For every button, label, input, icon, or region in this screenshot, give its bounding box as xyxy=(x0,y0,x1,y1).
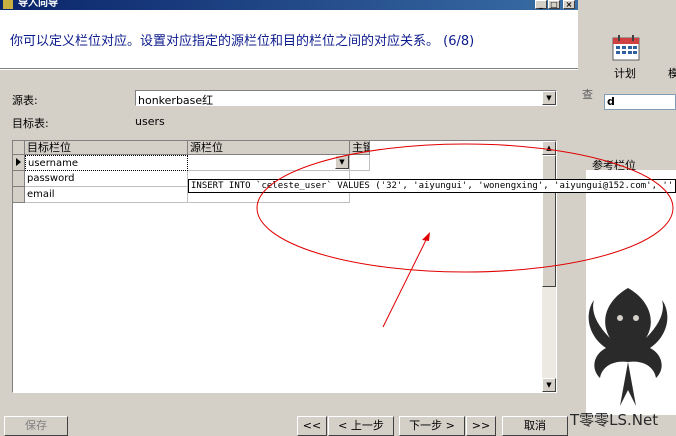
table-row-target[interactable]: email xyxy=(25,187,188,203)
search-label: 查 xyxy=(582,88,593,101)
dragon-logo-icon xyxy=(588,288,668,406)
wizard-icon xyxy=(3,0,13,9)
cancel-button[interactable]: 取消 xyxy=(502,416,568,436)
column-header-target[interactable]: 目标栏位 xyxy=(25,141,188,155)
step-instruction: 你可以定义栏位对应。设置对应指定的源栏位和目的栏位之间的对应关系。 (6/8) xyxy=(10,34,475,49)
previous-step-button[interactable]: < 上一步 xyxy=(328,416,394,436)
minimize-button[interactable]: _ xyxy=(535,0,547,9)
annotation-arrowhead xyxy=(422,232,430,241)
source-table-select[interactable]: honkerbase红 ▼ xyxy=(135,90,557,107)
source-table-label: 源表: xyxy=(12,94,38,107)
search-input[interactable]: d xyxy=(604,94,676,110)
target-table-label: 目标表: xyxy=(12,117,49,130)
maximize-button[interactable]: □ xyxy=(548,0,560,9)
title-bar: 导入向导 _ □ × xyxy=(0,0,578,10)
annotation-arrow xyxy=(382,235,429,328)
grid-corner xyxy=(13,141,25,155)
wizard-header: 你可以定义栏位对应。设置对应指定的源栏位和目的栏位之间的对应关系。 (6/8) xyxy=(0,10,578,68)
table-row-target[interactable]: username xyxy=(25,155,188,171)
target-table-value: users xyxy=(135,115,165,128)
row-indicator-icon xyxy=(13,155,25,171)
close-button[interactable]: × xyxy=(563,0,575,9)
source-table-value: honkerbase红 xyxy=(138,94,214,107)
header-divider xyxy=(0,68,578,70)
extra-toolbar-label[interactable]: 模 xyxy=(668,65,676,81)
annotation-ellipse xyxy=(256,143,674,273)
next-step-button[interactable]: 下一步 > xyxy=(399,416,465,436)
calendar-icon[interactable] xyxy=(612,35,640,61)
table-row-target[interactable]: password xyxy=(25,171,188,187)
row-header xyxy=(13,187,25,203)
scroll-down-icon[interactable]: ▼ xyxy=(542,378,556,392)
save-button[interactable]: 保存 xyxy=(4,416,68,436)
first-step-button[interactable]: << xyxy=(297,416,327,436)
plan-label[interactable]: 计划 xyxy=(614,65,636,81)
row-header xyxy=(13,171,25,187)
window-title: 导入向导 xyxy=(18,0,58,9)
chevron-down-icon[interactable]: ▼ xyxy=(542,91,556,105)
watermark-text: T零零LS.Net xyxy=(570,411,659,429)
last-step-button[interactable]: >> xyxy=(466,416,496,436)
